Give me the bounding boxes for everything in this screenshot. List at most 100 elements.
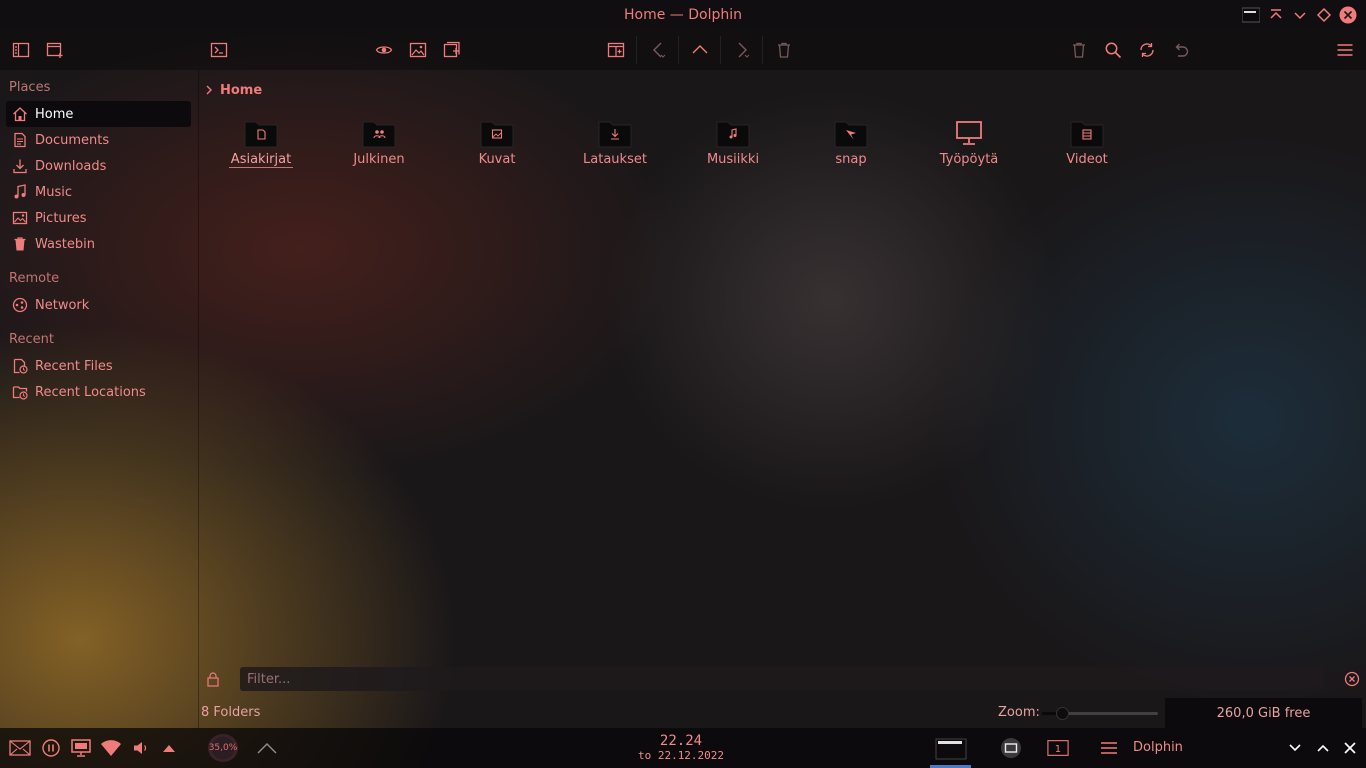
task-menu-icon[interactable] <box>1098 738 1120 758</box>
task-window-thumbnail[interactable] <box>932 734 970 764</box>
folder-item-snap[interactable]: snap <box>796 118 906 178</box>
folder-item-lataukset[interactable]: Lataukset <box>560 118 670 178</box>
trash-icon[interactable] <box>1067 38 1091 62</box>
sidebar-item-network[interactable]: Network <box>6 292 191 318</box>
keep-above-icon[interactable] <box>1267 6 1285 24</box>
task-close-icon[interactable] <box>1339 738 1361 758</box>
sidebar-item-label: Wastebin <box>35 236 95 252</box>
folder-item-julkinen[interactable]: Julkinen <box>324 118 434 178</box>
tray-expand-icon[interactable] <box>158 738 180 758</box>
maximize-icon[interactable] <box>1315 6 1333 24</box>
wastebin-icon <box>11 235 29 253</box>
folder-label: Kuvat <box>478 152 516 167</box>
folder-label: Videot <box>1066 152 1108 167</box>
display-icon[interactable] <box>70 738 92 758</box>
section-title-places: Places <box>9 80 51 95</box>
filter-input[interactable] <box>240 667 1324 691</box>
toggle-places-panel-icon[interactable] <box>9 38 33 62</box>
window-overview-icon[interactable] <box>1000 738 1022 758</box>
zoom-label: Zoom: <box>998 705 1040 720</box>
refresh-icon[interactable] <box>1135 38 1159 62</box>
public-folder-icon <box>362 118 396 148</box>
downloads-folder-icon <box>598 118 632 148</box>
network-icon <box>11 296 29 314</box>
battery-indicator[interactable]: 35,0% <box>208 734 238 762</box>
pictures-icon <box>11 209 29 227</box>
toolbar <box>0 30 1366 70</box>
task-maximize-chevron-up-icon[interactable] <box>1312 738 1334 758</box>
task-minimize-chevron-down-icon[interactable] <box>1284 738 1306 758</box>
new-tab-icon[interactable] <box>440 38 464 62</box>
back-icon[interactable] <box>646 38 670 62</box>
sidebar-item-pictures[interactable]: Pictures <box>6 205 191 231</box>
media-pause-icon[interactable] <box>40 738 62 758</box>
folder-label: snap <box>835 152 867 167</box>
breadcrumb-chevron-right-icon[interactable] <box>204 84 214 96</box>
home-icon <box>11 105 29 123</box>
music-icon <box>11 183 29 201</box>
close-window-icon[interactable] <box>1339 6 1357 24</box>
folder-item-videot[interactable]: Videot <box>1032 118 1142 178</box>
show-desktop-chevron-up-icon[interactable] <box>256 738 278 758</box>
preview-eye-icon[interactable] <box>372 38 396 62</box>
window-app-thumbnail-icon[interactable] <box>1242 6 1260 24</box>
toolbar-separator <box>762 36 763 64</box>
wifi-icon[interactable] <box>100 738 122 758</box>
mail-icon[interactable] <box>9 738 31 758</box>
folder-item-kuvat[interactable]: Kuvat <box>442 118 552 178</box>
toolbar-separator <box>636 36 637 64</box>
sidebar-item-music[interactable]: Music <box>6 179 191 205</box>
music-folder-icon <box>716 118 750 148</box>
task-app-name[interactable]: Dolphin <box>1133 740 1183 755</box>
sidebar-item-recent-files[interactable]: Recent Files <box>6 353 191 379</box>
undo-icon[interactable] <box>1169 38 1193 62</box>
folder-label: Musiikki <box>706 152 760 167</box>
sidebar-item-documents[interactable]: Documents <box>6 127 191 153</box>
folder-count: 8 Folders <box>201 705 261 720</box>
sidebar-item-recent-locations[interactable]: Recent Locations <box>6 379 191 405</box>
documents-icon <box>11 131 29 149</box>
pictures-folder-icon <box>480 118 514 148</box>
folder-item-musiikki[interactable]: Musiikki <box>678 118 788 178</box>
image-preview-icon[interactable] <box>406 38 430 62</box>
forward-icon[interactable] <box>730 38 754 62</box>
clock-date[interactable]: to 22.12.2022 <box>621 749 741 762</box>
hamburger-menu-icon[interactable] <box>1333 38 1357 62</box>
toolbar-separator <box>720 36 721 64</box>
virtual-desktop-pager[interactable]: 1 <box>1047 738 1069 758</box>
folder-item-asiakirjat[interactable]: Asiakirjat <box>206 118 316 178</box>
sidebar-item-label: Pictures <box>35 210 87 226</box>
folder-label: Työpöytä <box>939 152 999 167</box>
split-view-icon[interactable] <box>604 38 628 62</box>
desktop-icon <box>952 118 986 148</box>
recent-locations-icon <box>11 383 29 401</box>
folder-label: Julkinen <box>353 152 405 167</box>
breadcrumb-home[interactable]: Home <box>220 83 262 98</box>
sidebar-item-label: Music <box>35 184 72 200</box>
downloads-icon <box>11 157 29 175</box>
sidebar-item-label: Recent Files <box>35 358 113 374</box>
volume-icon[interactable] <box>130 738 152 758</box>
lock-icon[interactable] <box>206 671 220 687</box>
free-space-indicator[interactable]: 260,0 GiB free <box>1165 698 1362 728</box>
up-icon[interactable] <box>688 38 712 62</box>
delete-icon[interactable] <box>772 38 796 62</box>
new-window-icon[interactable] <box>43 38 67 62</box>
search-icon[interactable] <box>1101 38 1125 62</box>
sidebar-item-label: Documents <box>35 132 110 148</box>
folder-label: Asiakirjat <box>228 152 294 168</box>
clock-time[interactable]: 22.24 <box>631 733 731 749</box>
clear-filter-icon[interactable] <box>1344 671 1360 687</box>
sidebar-item-label: Downloads <box>35 158 107 174</box>
sidebar-item-downloads[interactable]: Downloads <box>6 153 191 179</box>
sidebar-item-wastebin[interactable]: Wastebin <box>6 231 191 257</box>
toolbar-separator <box>678 36 679 64</box>
snap-folder-icon <box>834 118 868 148</box>
terminal-icon[interactable] <box>207 38 231 62</box>
folder-item-tyopoyta[interactable]: Työpöytä <box>914 118 1024 178</box>
documents-folder-icon <box>244 118 278 148</box>
sidebar-item-home[interactable]: Home <box>6 101 191 127</box>
breadcrumb[interactable]: Home <box>204 80 262 100</box>
section-title-remote: Remote <box>9 271 60 286</box>
minimize-icon[interactable] <box>1291 6 1309 24</box>
